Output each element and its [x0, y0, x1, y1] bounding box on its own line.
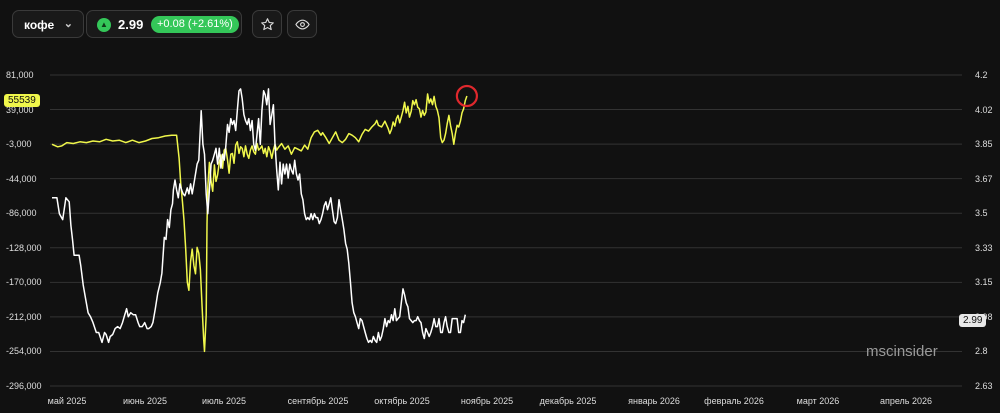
right-axis-tick: 3.85 [975, 139, 993, 150]
x-axis-tick: декабрь 2025 [539, 396, 597, 406]
watermark-suffix: insider [893, 343, 938, 360]
series-line-white [52, 88, 467, 344]
x-axis-tick: октябрь 2025 [374, 396, 430, 406]
left-axis-tick: -170,000 [6, 277, 42, 288]
left-axis-tick: 81,000 [6, 70, 34, 80]
right-axis-tick: 4.02 [975, 104, 993, 115]
x-axis-tick: февраль 2026 [704, 396, 764, 406]
left-axis-tick: -212,000 [6, 311, 42, 322]
left-axis-tick: -128,000 [6, 242, 42, 253]
chart-svg [50, 74, 962, 387]
right-axis-tick: 2.63 [975, 381, 993, 391]
left-axis-tick: -3,000 [6, 139, 32, 150]
left-axis-tick: -254,000 [6, 346, 42, 357]
x-axis-tick: апрель 2026 [879, 396, 933, 406]
right-last-value-tag: 2.99 [959, 314, 987, 327]
right-axis-tick: 3.5 [975, 208, 988, 219]
watermark-logo: mscinsider [866, 343, 938, 360]
x-axis-tick: сентябрь 2025 [287, 396, 349, 406]
right-axis-tick: 2.8 [975, 346, 988, 357]
right-axis-tick: 4.2 [975, 70, 988, 80]
left-axis-tick: -44,000 [6, 173, 37, 184]
left-axis-tick: -296,000 [6, 381, 42, 391]
watermark-prefix: msc [866, 343, 894, 360]
x-axis-tick: январь 2026 [628, 396, 680, 406]
x-axis-tick: май 2025 [47, 396, 87, 406]
x-axis-tick: июнь 2025 [123, 396, 167, 406]
left-axis-tick: -86,000 [6, 208, 37, 219]
right-axis-tick: 3.15 [975, 277, 993, 288]
x-axis-tick: ноябрь 2025 [460, 396, 514, 406]
x-axis-tick: март 2026 [796, 396, 840, 406]
x-axis-tick: июль 2025 [201, 396, 247, 406]
right-axis-tick: 3.67 [975, 173, 993, 184]
right-axis-tick: 3.33 [975, 242, 993, 253]
left-last-value-tag: 55539 [4, 94, 40, 107]
